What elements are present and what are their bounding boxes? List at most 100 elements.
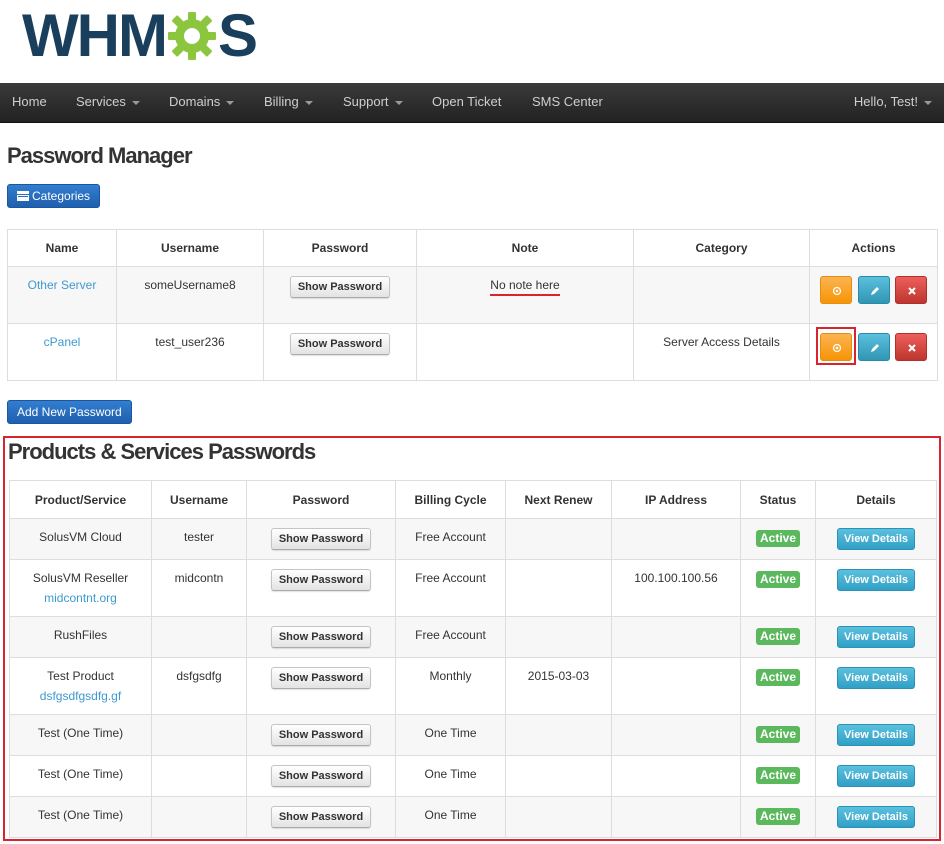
status-badge: Active bbox=[755, 571, 801, 588]
eye-icon bbox=[833, 286, 842, 296]
product-domain-link[interactable]: midcontnt.org bbox=[11, 591, 151, 605]
product-name: Test (One Time) bbox=[37, 808, 124, 822]
billing-cycle-cell: Free Account bbox=[415, 530, 486, 544]
password-table: Name Username Password Note Category Act… bbox=[7, 229, 938, 381]
view-button[interactable] bbox=[820, 276, 853, 304]
status-badge: Active bbox=[755, 669, 801, 686]
col-username: Username bbox=[151, 480, 247, 519]
show-password-button[interactable]: Show Password bbox=[270, 806, 372, 828]
product-name: Test (One Time) bbox=[37, 726, 124, 740]
col-ip-address: IP Address bbox=[611, 480, 741, 519]
nav-home-label: Home bbox=[12, 94, 47, 109]
table-row: Test Product dsfgsdfgsdfg.gf dsfgsdfg Sh… bbox=[9, 657, 937, 715]
status-badge: Active bbox=[755, 530, 801, 547]
password-name-link[interactable]: Other Server bbox=[28, 278, 97, 292]
delete-button[interactable] bbox=[894, 276, 927, 304]
billing-cycle-cell: Monthly bbox=[429, 669, 472, 683]
ip-address-cell bbox=[613, 757, 740, 768]
categories-button[interactable]: Categories bbox=[7, 184, 101, 208]
nav-user-label: Hello, Test! bbox=[853, 94, 918, 109]
password-table-header: Name Username Password Note Category Act… bbox=[7, 229, 938, 267]
whmcs-logo[interactable]: WHM S bbox=[22, 2, 258, 69]
password-name-link[interactable]: cPanel bbox=[44, 335, 81, 349]
nav-home[interactable]: Home bbox=[12, 83, 47, 123]
nav-billing[interactable]: Billing bbox=[264, 83, 313, 123]
nav-domains[interactable]: Domains bbox=[169, 83, 235, 123]
main-navbar: Home Services Domains Billing Support Op… bbox=[0, 83, 944, 123]
username-cell bbox=[153, 798, 246, 809]
col-name: Name bbox=[7, 229, 117, 267]
table-row: Test (One Time) Show Password One Time A… bbox=[9, 714, 937, 756]
edit-button[interactable] bbox=[857, 333, 890, 361]
view-details-button[interactable]: View Details bbox=[837, 626, 915, 648]
note-cell bbox=[418, 325, 633, 336]
username-cell: dsfgsdfg bbox=[176, 669, 222, 683]
category-cell: Server Access Details bbox=[663, 335, 780, 349]
view-details-button[interactable]: View Details bbox=[837, 724, 915, 746]
chevron-down-icon bbox=[226, 100, 235, 105]
status-badge: Active bbox=[755, 767, 801, 784]
status-badge: Active bbox=[755, 628, 801, 645]
close-icon bbox=[908, 287, 916, 295]
table-row: RushFiles Show Password Free Account Act… bbox=[9, 616, 937, 658]
show-password-button[interactable]: Show Password bbox=[270, 528, 372, 550]
page-title: Password Manager bbox=[7, 143, 193, 168]
next-renew-cell bbox=[507, 798, 611, 809]
table-row: SolusVM Cloud tester Show Password Free … bbox=[9, 518, 937, 560]
delete-button[interactable] bbox=[894, 333, 927, 361]
nav-sms-center[interactable]: SMS Center bbox=[532, 83, 603, 123]
nav-open-ticket[interactable]: Open Ticket bbox=[432, 83, 501, 123]
product-name: Test Product bbox=[47, 669, 114, 683]
next-renew-cell: 2015-03-03 bbox=[527, 669, 590, 683]
billing-cycle-cell: One Time bbox=[424, 726, 477, 740]
view-details-button[interactable]: View Details bbox=[837, 569, 915, 591]
list-icon bbox=[17, 191, 29, 201]
show-password-button[interactable]: Show Password bbox=[270, 667, 372, 689]
logo-text-left: WHM bbox=[22, 2, 168, 69]
col-password: Password bbox=[246, 480, 396, 519]
billing-cycle-cell: Free Account bbox=[415, 571, 486, 585]
chevron-down-icon bbox=[304, 100, 313, 105]
view-details-button[interactable]: View Details bbox=[837, 765, 915, 787]
chevron-down-icon bbox=[924, 100, 932, 105]
table-row: Test (One Time) Show Password One Time A… bbox=[9, 755, 937, 797]
username-cell bbox=[153, 618, 246, 629]
show-password-button[interactable]: Show Password bbox=[270, 724, 372, 746]
nav-services[interactable]: Services bbox=[76, 83, 140, 123]
col-username: Username bbox=[116, 229, 264, 267]
view-details-button[interactable]: View Details bbox=[837, 528, 915, 550]
show-password-button[interactable]: Show Password bbox=[289, 276, 391, 298]
nav-billing-label: Billing bbox=[264, 94, 299, 109]
product-domain-link[interactable]: dsfgsdfgsdfg.gf bbox=[11, 689, 151, 703]
nav-user-menu[interactable]: Hello, Test! bbox=[854, 83, 932, 123]
col-password: Password bbox=[263, 229, 417, 267]
nav-open-ticket-label: Open Ticket bbox=[432, 94, 502, 109]
col-status: Status bbox=[740, 480, 816, 519]
logo-gear-icon bbox=[167, 12, 216, 60]
ip-address-cell bbox=[613, 798, 740, 809]
nav-support[interactable]: Support bbox=[343, 83, 403, 123]
view-details-button[interactable]: View Details bbox=[837, 667, 915, 689]
next-renew-cell bbox=[507, 618, 611, 629]
col-details: Details bbox=[815, 480, 937, 519]
category-cell bbox=[635, 268, 809, 279]
table-row: SolusVM Reseller midcontnt.org midcontn … bbox=[9, 559, 937, 617]
view-details-button[interactable]: View Details bbox=[837, 806, 915, 828]
pencil-icon bbox=[870, 287, 879, 295]
show-password-button[interactable]: Show Password bbox=[270, 626, 372, 648]
nav-sms-center-label: SMS Center bbox=[532, 94, 603, 109]
show-password-button[interactable]: Show Password bbox=[270, 569, 372, 591]
next-renew-cell bbox=[507, 520, 611, 531]
show-password-button[interactable]: Show Password bbox=[289, 333, 391, 355]
section-title: Products & Services Passwords bbox=[8, 439, 316, 464]
edit-button[interactable] bbox=[857, 276, 890, 304]
nav-domains-label: Domains bbox=[169, 94, 221, 109]
billing-cycle-cell: One Time bbox=[424, 808, 477, 822]
col-billing-cycle: Billing Cycle bbox=[395, 480, 506, 519]
add-new-password-button[interactable]: Add New Password bbox=[7, 400, 132, 424]
nav-services-label: Services bbox=[76, 94, 126, 109]
ip-address-cell bbox=[613, 659, 740, 670]
col-product: Product/Service bbox=[9, 480, 152, 519]
show-password-button[interactable]: Show Password bbox=[270, 765, 372, 787]
product-name: SolusVM Reseller bbox=[32, 571, 129, 585]
